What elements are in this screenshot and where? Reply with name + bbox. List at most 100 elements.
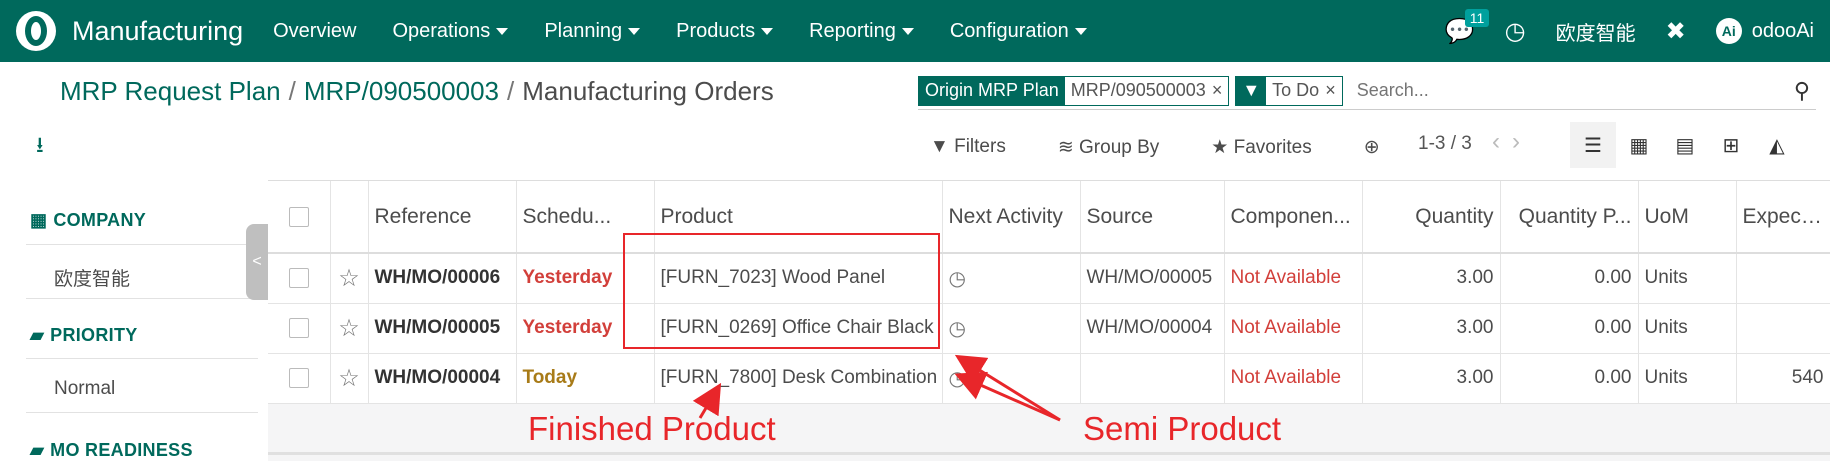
- col-source[interactable]: Source: [1080, 181, 1225, 254]
- col-quantity[interactable]: Quantity: [1362, 181, 1501, 254]
- search-panel-company-value[interactable]: 欧度智能: [54, 264, 130, 291]
- col-expected[interactable]: Expected: [1736, 181, 1830, 254]
- cell-source: WH/MO/00004: [1080, 303, 1225, 354]
- folder-open-icon: ▰: [30, 325, 45, 345]
- select-all-checkbox[interactable]: [288, 206, 309, 227]
- cell-reference: WH/MO/00004: [368, 353, 517, 404]
- semi-product-highlight-box: [623, 233, 940, 349]
- table-row[interactable]: ☆ WH/MO/00006 Yesterday [FURN_7023] Wood…: [268, 253, 1830, 304]
- pager-previous-icon[interactable]: ‹: [1492, 128, 1512, 155]
- cell-uom: Units: [1638, 353, 1737, 404]
- remove-facet-icon[interactable]: ×: [1325, 80, 1336, 101]
- select-all-header[interactable]: [268, 181, 331, 254]
- row-checkbox[interactable]: [288, 268, 309, 289]
- folder-open-icon: ▰: [30, 440, 45, 460]
- facet-to-do[interactable]: ▼ To Do ×: [1235, 75, 1343, 106]
- pager-value[interactable]: 1-3 / 3: [1418, 133, 1472, 155]
- filters-dropdown[interactable]: ▼ Filters: [930, 136, 1032, 159]
- col-reference[interactable]: Reference: [368, 181, 517, 254]
- cell-expected: 540: [1736, 353, 1830, 404]
- col-uom[interactable]: UoM: [1638, 181, 1737, 254]
- messages-icon[interactable]: 💬 11: [1445, 8, 1490, 46]
- caret-down-icon: [628, 27, 641, 35]
- building-icon: ▦: [30, 210, 48, 230]
- cell-reference: WH/MO/00005: [368, 303, 517, 354]
- cell-expected: [1736, 253, 1830, 304]
- cell-components: Not Available: [1224, 303, 1363, 354]
- debug-tools-icon[interactable]: ✖: [1666, 17, 1686, 46]
- row-checkbox[interactable]: [288, 318, 309, 338]
- download-icon[interactable]: ⭳: [36, 128, 44, 166]
- list-footer-divider: [268, 452, 1830, 455]
- activity-clock-icon[interactable]: ◷: [1505, 17, 1526, 46]
- cell-source: [1080, 353, 1225, 404]
- user-avatar[interactable]: Ai: [1715, 18, 1742, 44]
- kanban-view-icon[interactable]: ▦: [1616, 122, 1662, 168]
- search-panel-mo-readiness: ▰ MO READINESS: [30, 440, 193, 460]
- search-panel-priority-value[interactable]: Normal: [54, 378, 115, 400]
- group-by-dropdown[interactable]: ≋ Group By: [1058, 136, 1185, 159]
- annotation-semi-product: Semi Product: [1083, 410, 1282, 447]
- caret-down-icon: [901, 27, 914, 35]
- breadcrumb-mrp-plan-record[interactable]: MRP/090500003: [304, 76, 499, 106]
- search-icon[interactable]: ⚲: [1794, 78, 1810, 104]
- caret-down-icon: [761, 27, 774, 35]
- table-row[interactable]: ☆ WH/MO/00005 Yesterday [FURN_0269] Offi…: [268, 303, 1830, 354]
- menu-operations[interactable]: Operations: [392, 20, 509, 43]
- facet-value: To Do: [1272, 80, 1320, 100]
- priority-star-icon[interactable]: ☆: [330, 253, 369, 304]
- col-components[interactable]: Componen...: [1224, 181, 1363, 254]
- menu-reporting[interactable]: Reporting: [809, 20, 914, 43]
- cell-expected: [1736, 303, 1830, 354]
- user-menu[interactable]: odooAi: [1752, 20, 1814, 43]
- col-quantity-produced[interactable]: Quantity P...: [1500, 181, 1639, 254]
- manufacturing-orders-table: Reference Schedu... Product Next Activit…: [268, 181, 1830, 404]
- search-options: ▼ Filters ≋ Group By ★ Favorites ⊕: [930, 136, 1406, 159]
- cell-quantity-produced: 0.00: [1500, 353, 1639, 404]
- menu-planning[interactable]: Planning: [544, 20, 641, 43]
- search-bar: Origin MRP Plan MRP/090500003 × ▼ To Do × …: [918, 72, 1816, 110]
- table-row[interactable]: ☆ WH/MO/00004 Today [FURN_7800] Desk Com…: [268, 353, 1830, 404]
- breadcrumb-mrp-request-plan[interactable]: MRP Request Plan: [60, 76, 281, 106]
- company-switcher[interactable]: 欧度智能: [1556, 17, 1636, 46]
- filter-icon: ▼: [1236, 76, 1267, 105]
- facet-origin-mrp-plan[interactable]: Origin MRP Plan MRP/090500003 ×: [918, 75, 1230, 106]
- caret-down-icon: [1074, 27, 1087, 35]
- zoom-search-icon[interactable]: ⊕: [1364, 136, 1380, 159]
- search-input[interactable]: [1354, 79, 1794, 102]
- list-view-icon[interactable]: ☰: [1570, 122, 1616, 168]
- search-panel: ▦ COMPANY 欧度智能 ▰ PRIORITY Normal ▰ MO READI…: [0, 180, 258, 461]
- cell-uom: Units: [1638, 253, 1737, 304]
- list-view: Reference Schedu... Product Next Activit…: [268, 180, 1830, 461]
- collapse-panel-handle[interactable]: <: [246, 224, 268, 300]
- cell-scheduled: Today: [516, 353, 655, 404]
- priority-star-icon[interactable]: ☆: [330, 353, 369, 404]
- pivot-view-icon[interactable]: ⊞: [1708, 122, 1754, 168]
- menu-configuration[interactable]: Configuration: [950, 20, 1087, 43]
- app-name[interactable]: Manufacturing: [72, 16, 243, 47]
- cell-uom: Units: [1638, 303, 1737, 354]
- view-switcher: ☰ ▦ ▤ ⊞ ◭: [1570, 122, 1800, 168]
- priority-star-icon[interactable]: ☆: [330, 303, 369, 354]
- favorites-dropdown[interactable]: ★ Favorites: [1211, 136, 1337, 159]
- menu-products[interactable]: Products: [676, 20, 774, 43]
- table-header-row: Reference Schedu... Product Next Activit…: [268, 181, 1830, 254]
- cell-product: [FURN_7800] Desk Combination: [654, 353, 943, 404]
- remove-facet-icon[interactable]: ×: [1212, 80, 1223, 101]
- calendar-view-icon[interactable]: ▤: [1662, 122, 1708, 168]
- cell-components: Not Available: [1224, 353, 1363, 404]
- facet-value: MRP/090500003: [1070, 80, 1206, 100]
- activity-clock-icon[interactable]: ◷: [942, 303, 1081, 354]
- annotation-finished-product: Finished Product: [528, 410, 776, 447]
- pager-next-icon[interactable]: ›: [1512, 128, 1532, 155]
- col-next-activity[interactable]: Next Activity: [942, 181, 1081, 254]
- activity-clock-icon[interactable]: ◷: [942, 253, 1081, 304]
- row-checkbox[interactable]: [288, 368, 309, 388]
- activity-clock-icon[interactable]: ◷: [942, 353, 1081, 404]
- top-navbar: Manufacturing Overview Operations Planni…: [0, 0, 1830, 62]
- cell-reference: WH/MO/00006: [368, 253, 517, 304]
- graph-view-icon[interactable]: ◭: [1754, 122, 1800, 168]
- app-logo-icon[interactable]: [16, 11, 56, 51]
- cell-components: Not Available: [1224, 253, 1363, 304]
- menu-overview[interactable]: Overview: [273, 20, 356, 43]
